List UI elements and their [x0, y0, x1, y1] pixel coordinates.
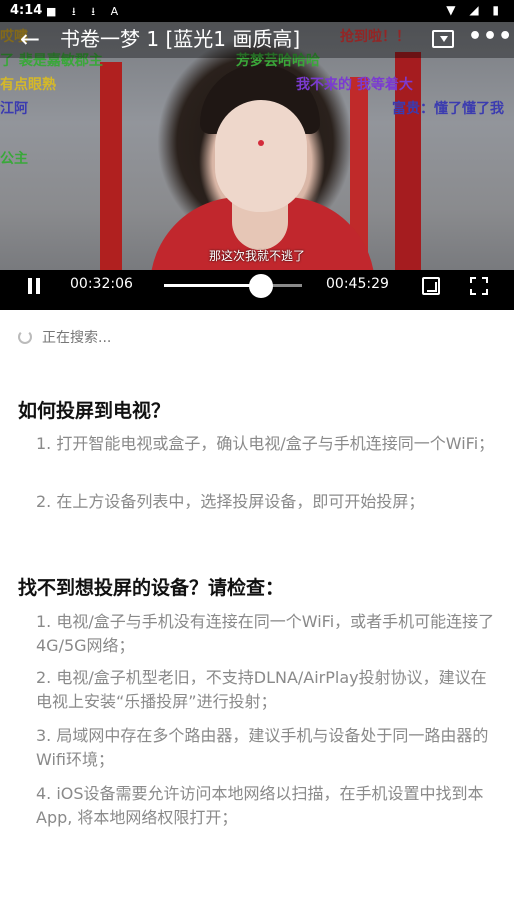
status-bar: 4:14 ■ ⭳ ⭳ A ▼ ◢ ▮	[0, 0, 514, 22]
video-face	[215, 100, 307, 212]
troubleshoot-step: 2. 电视/盒子机型老旧，不支持DLNA/AirPlay投射协议，建议在电视上安…	[36, 668, 487, 711]
danmu-comment: 江阿	[0, 101, 28, 117]
picture-in-picture-icon[interactable]	[422, 277, 440, 295]
search-status-text: 正在搜索...	[42, 330, 112, 346]
how-to-cast-heading: 如何投屏到电视？	[18, 400, 171, 422]
back-arrow-icon[interactable]: ←	[20, 24, 40, 54]
progress-thumb[interactable]	[248, 274, 273, 298]
total-time: 00:45:29	[326, 276, 389, 292]
danmu-comment: 有点眼熟	[0, 77, 56, 93]
notification-icons: ■ ⭳ ⭳ A	[46, 5, 125, 18]
video-title: 书卷一梦 1 [蓝光1 画质高]	[60, 27, 301, 51]
device-search-status: 正在搜索...	[18, 327, 111, 347]
more-menu-icon[interactable]: •••	[468, 24, 513, 49]
progress-track[interactable]	[164, 284, 302, 287]
current-time: 00:32:06	[70, 276, 133, 292]
danmu-comment: 富贵：懂了懂了我	[392, 101, 504, 117]
troubleshoot-step: 4. iOS设备需要允许访问本地网络以扫描，在手机设置中找到本App, 将本地网…	[36, 784, 484, 827]
pause-icon[interactable]	[27, 278, 41, 294]
cast-screen-icon[interactable]	[432, 30, 454, 48]
troubleshoot-step: 3. 局域网中存在多个路由器，建议手机与设备处于同一路由器的Wifi环境；	[36, 726, 489, 769]
video-pillar-left	[100, 62, 122, 272]
status-time: 4:14	[10, 3, 43, 18]
progress-fill	[164, 284, 261, 287]
help-step: 2. 在上方设备列表中，选择投屏设备，即可开始投屏；	[36, 492, 425, 511]
danmu-comment: 公主	[0, 151, 28, 167]
video-forehead-mark	[258, 140, 264, 146]
troubleshoot-heading: 找不到想投屏的设备？请检查：	[18, 577, 285, 599]
loading-spinner-icon	[18, 330, 32, 344]
troubleshoot-step: 1. 电视/盒子与手机没有连接在同一个WiFi，或者手机可能连接了4G/5G网络…	[36, 612, 495, 655]
danmu-comment: 我不来的 我等着大	[296, 77, 413, 93]
video-subtitle: 那这次我就不逃了	[208, 249, 305, 263]
system-status-icons: ▼ ◢ ▮	[446, 3, 504, 17]
fullscreen-icon[interactable]	[470, 277, 488, 295]
help-step: 1. 打开智能电视或盒子，确认电视/盒子与手机连接同一个WiFi；	[36, 434, 495, 453]
